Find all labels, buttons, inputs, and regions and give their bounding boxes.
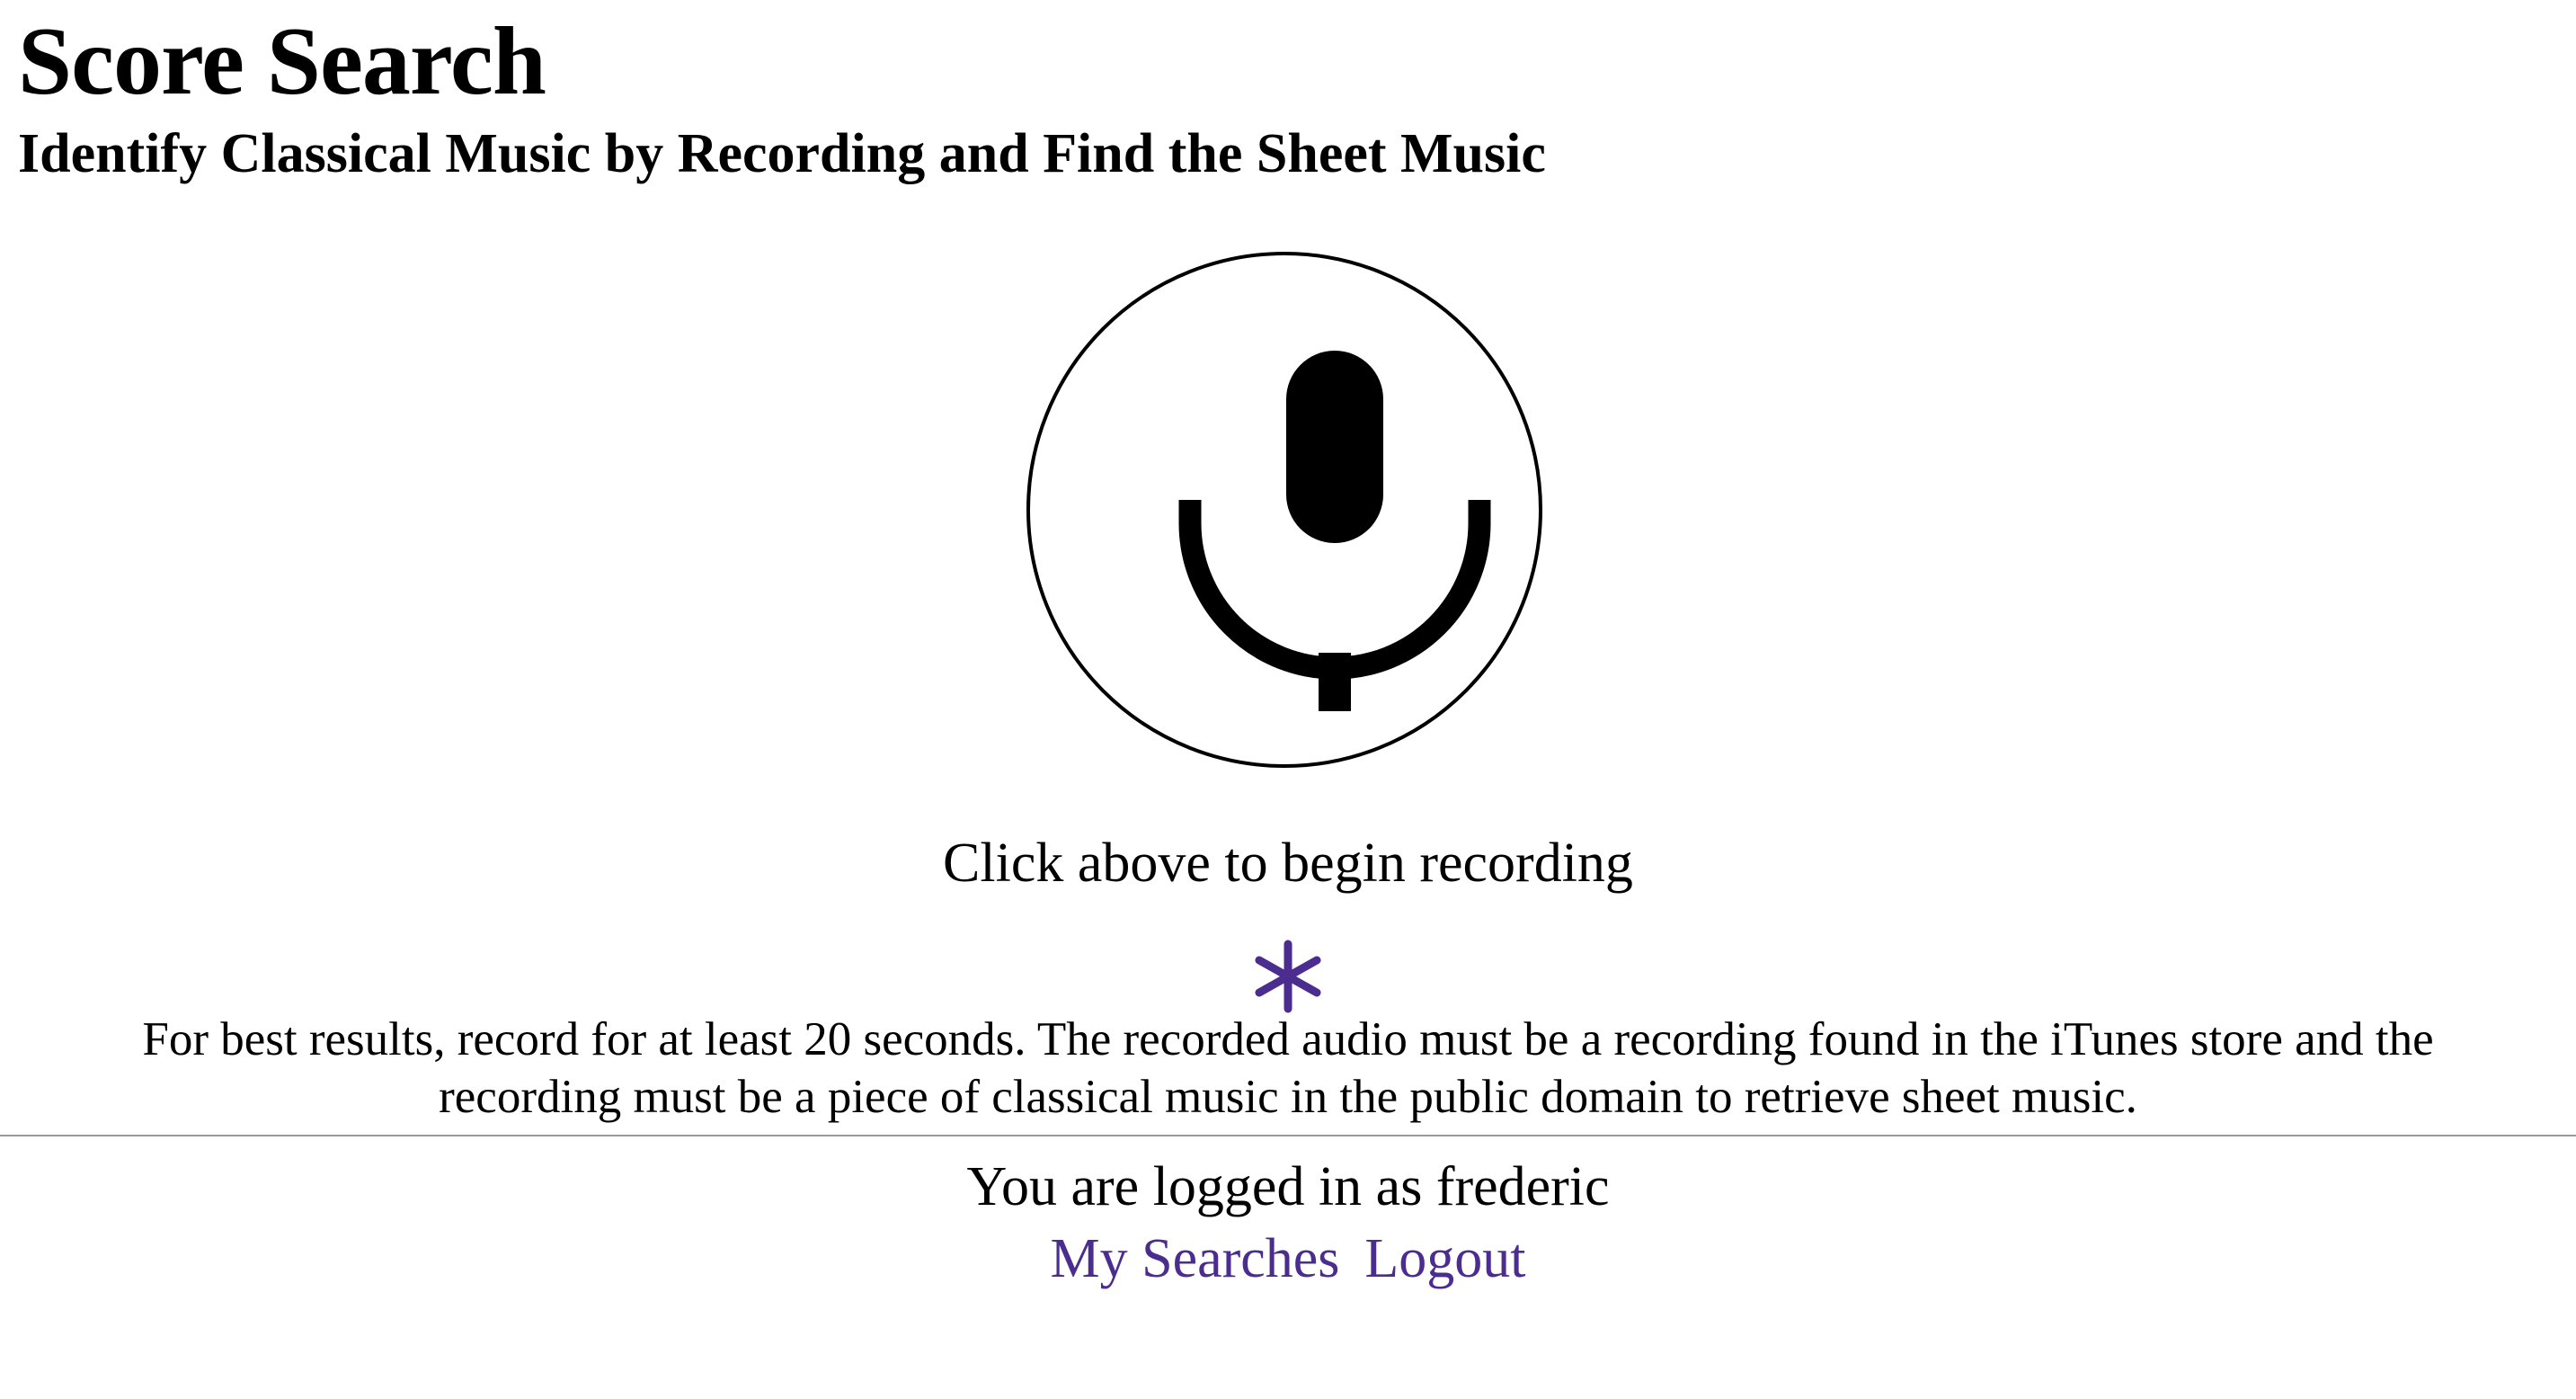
footer-divider	[0, 1135, 2576, 1136]
my-searches-link[interactable]: My Searches	[1050, 1228, 1339, 1289]
login-status: You are logged in as frederic	[966, 1156, 1610, 1217]
microphone-icon	[1178, 351, 1491, 711]
asterisk-icon	[1243, 931, 1333, 1021]
instructions-line-1: For best results, record for at least 20…	[142, 1013, 2434, 1065]
recording-status: Click above to begin recording	[943, 833, 1633, 894]
record-button[interactable]	[1026, 252, 1542, 768]
instructions-line-2: recording must be a piece of classical m…	[439, 1071, 2137, 1123]
page-subtitle: Identify Classical Music by Recording an…	[18, 123, 1546, 184]
page-title: Score Search	[18, 8, 546, 115]
footer-links: My Searches Logout	[0, 1223, 2576, 1295]
recording-instructions: For best results, record for at least 20…	[0, 1011, 2576, 1126]
page-header: Score Search Identify Classical Music by…	[18, 0, 1546, 183]
logout-link[interactable]: Logout	[1364, 1228, 1525, 1289]
